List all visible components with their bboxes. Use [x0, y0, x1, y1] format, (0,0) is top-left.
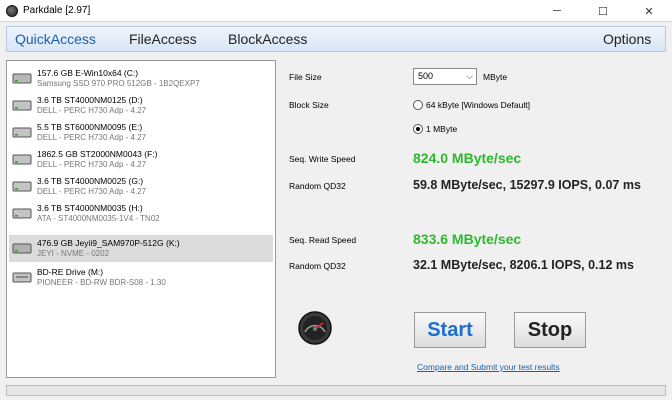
title-bar: Parkdale [2.97] ─ ☐ ✕ — [0, 0, 672, 22]
tab-quickaccess[interactable]: QuickAccess — [15, 31, 96, 47]
drive-item[interactable]: 157.6 GB E-Win10x64 (C:) Samsung SSD 970… — [9, 65, 273, 92]
drive-name: 3.6 TB ST4000NM0125 (D:) — [37, 95, 143, 105]
drive-item-selected[interactable]: 476.9 GB Jeyii9_SAM970P-512G (K:) JEYI -… — [9, 235, 273, 262]
hdd-icon — [12, 127, 32, 138]
tab-fileaccess[interactable]: FileAccess — [129, 31, 197, 47]
hdd-icon — [12, 208, 32, 219]
compare-results-link[interactable]: Compare and Submit your test results — [417, 362, 560, 372]
block-size-64k-radio[interactable] — [413, 100, 423, 110]
drive-model: DELL - PERC H730 Adp - 4.27 — [37, 187, 147, 196]
drive-item[interactable]: 3.6 TB ST4000NM0125 (D:) DELL - PERC H73… — [9, 92, 273, 119]
ssd-icon — [12, 73, 32, 84]
block-size-1mb-label: 1 MByte — [426, 124, 458, 134]
drive-name: 476.9 GB Jeyii9_SAM970P-512G (K:) — [37, 238, 180, 248]
drive-name: 3.6 TB ST4000NM0025 (G:) — [37, 176, 144, 186]
drive-name: 1862.5 GB ST2000NM0043 (F:) — [37, 149, 158, 159]
drive-model: PIONEER - BD-RW BDR-S08 - 1.30 — [37, 278, 166, 287]
tab-options[interactable]: Options — [603, 31, 651, 47]
stop-button[interactable]: Stop — [514, 312, 586, 348]
read-random-value: 32.1 MByte/sec, 8206.1 IOPS, 0.12 ms — [413, 258, 634, 272]
file-size-select[interactable]: 500 ⌵ — [413, 68, 477, 85]
drive-item[interactable]: 3.6 TB ST4000NM0025 (G:) DELL - PERC H73… — [9, 173, 273, 200]
drive-item[interactable]: BD-RE Drive (M:) PIONEER - BD-RW BDR-S08… — [9, 264, 273, 291]
drive-item[interactable]: 5.5 TB ST6000NM0095 (E:) DELL - PERC H73… — [9, 119, 273, 146]
optical-drive-icon — [12, 272, 32, 283]
drive-name: 3.6 TB ST4000NM0035 (H:) — [37, 203, 143, 213]
drive-list[interactable]: 157.6 GB E-Win10x64 (C:) Samsung SSD 970… — [6, 60, 276, 378]
hdd-icon — [12, 154, 32, 165]
hdd-icon — [12, 181, 32, 192]
drive-model: DELL - PERC H730 Adp - 4.27 — [37, 106, 147, 115]
write-random-label: Random QD32 — [289, 181, 346, 191]
window-title: Parkdale [2.97] — [23, 5, 91, 16]
hdd-icon — [12, 100, 32, 111]
file-size-label: File Size — [289, 72, 322, 82]
block-size-64k-label: 64 kByte [Windows Default] — [426, 100, 530, 110]
drive-model: DELL - PERC H730 Adp - 4.27 — [37, 160, 147, 169]
app-gauge-icon — [6, 5, 18, 17]
drive-item[interactable]: 1862.5 GB ST2000NM0043 (F:) DELL - PERC … — [9, 146, 273, 173]
start-button[interactable]: Start — [414, 312, 486, 348]
speedometer-icon — [298, 311, 332, 345]
read-random-label: Random QD32 — [289, 261, 346, 271]
close-button[interactable]: ✕ — [626, 0, 672, 22]
drive-model: ATA - ST4000NM0035-1V4 - TN02 — [37, 214, 160, 223]
status-bar — [6, 385, 666, 396]
drive-name: 5.5 TB ST6000NM0095 (E:) — [37, 122, 143, 132]
file-size-unit: MByte — [483, 72, 508, 82]
minimize-button[interactable]: ─ — [534, 0, 580, 22]
write-random-value: 59.8 MByte/sec, 15297.9 IOPS, 0.07 ms — [413, 178, 641, 192]
menu-bar: QuickAccess FileAccess BlockAccess Optio… — [6, 26, 666, 52]
seq-read-label: Seq. Read Speed — [289, 235, 357, 245]
seq-write-label: Seq. Write Speed — [289, 154, 356, 164]
drive-model: Samsung SSD 970 PRO 512GB - 1B2QEXP7 — [37, 79, 200, 88]
drive-model: DELL - PERC H730 Adp - 4.27 — [37, 133, 147, 142]
maximize-button[interactable]: ☐ — [580, 0, 626, 22]
file-size-value: 500 — [418, 71, 434, 81]
drive-name: 157.6 GB E-Win10x64 (C:) — [37, 68, 139, 78]
chevron-down-icon: ⌵ — [466, 71, 473, 81]
block-size-1mb-radio[interactable] — [413, 124, 423, 134]
block-size-label: Block Size — [289, 100, 329, 110]
drive-name: BD-RE Drive (M:) — [37, 267, 104, 277]
seq-read-value: 833.6 MByte/sec — [413, 231, 522, 247]
tab-blockaccess[interactable]: BlockAccess — [228, 31, 307, 47]
seq-write-value: 824.0 MByte/sec — [413, 150, 522, 166]
drive-model: JEYI - NVME - 0202 — [37, 249, 110, 258]
drive-item[interactable]: 3.6 TB ST4000NM0035 (H:) ATA - ST4000NM0… — [9, 200, 273, 227]
usb-drive-icon — [12, 243, 32, 254]
